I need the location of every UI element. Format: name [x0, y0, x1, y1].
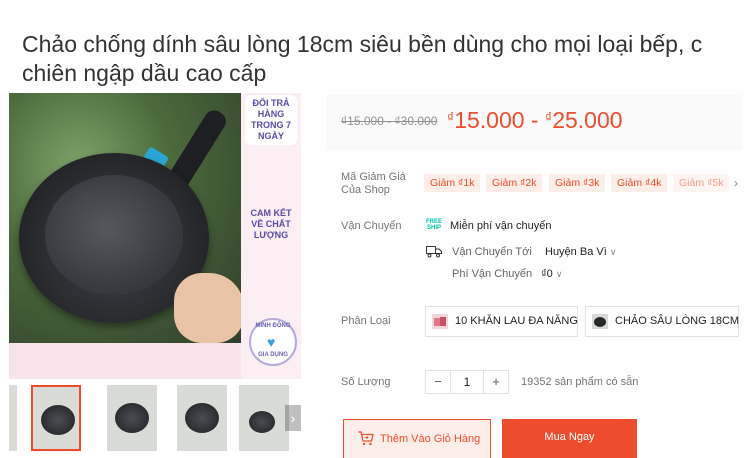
currency-symbol: ₫	[447, 109, 455, 125]
thumbnail-pan-shape	[115, 403, 149, 433]
shipping-label: Vận Chuyển	[341, 220, 402, 232]
shop-seal-logo: MINH ĐÔNG ♥ GIA DỤNG	[249, 318, 297, 366]
add-to-cart-button[interactable]: Thêm Vào Giỏ Hàng	[343, 419, 491, 458]
thumbnail-item-active[interactable]	[31, 385, 81, 451]
buy-now-button[interactable]: Mua Ngay	[502, 419, 637, 458]
sale-price-max: 25.000	[552, 107, 623, 133]
thumbnail-pan-shape	[41, 405, 75, 435]
shipping-fee-value: ₫0	[541, 268, 553, 280]
variant-option-label: CHẢO SÂU LÒNG 18CM	[615, 315, 740, 327]
pan-thumbnail-icon	[592, 314, 608, 329]
ship-to-selector[interactable]: Huyện Ba Vì ∨	[545, 245, 616, 259]
voucher-tag[interactable]: Giảm ₫1k	[424, 174, 481, 192]
variants-label: Phân Loại	[341, 315, 391, 327]
currency-symbol: ₫	[545, 109, 553, 125]
stock-count: 19352 sản phẩm có sẵn	[521, 376, 639, 388]
voucher-tag[interactable]: Giảm ₫4k	[611, 174, 668, 192]
thumbnail-item[interactable]	[107, 385, 157, 451]
voucher-tag[interactable]: Giảm ₫2k	[486, 174, 543, 192]
thumbnail-strip: ›	[9, 385, 301, 451]
variant-option-label: 10 KHĂN LAU ĐA NĂNG	[455, 315, 578, 327]
add-to-cart-label: Thêm Vào Giỏ Hàng	[380, 433, 481, 445]
thumbnail-pan-shape	[249, 411, 275, 433]
ship-to-label: Vận Chuyển Tới	[452, 246, 532, 258]
original-price-range: ₫15.000 - ₫30.000	[341, 114, 438, 128]
truck-icon	[426, 246, 442, 258]
quantity-input[interactable]: 1	[450, 371, 484, 393]
variant-option[interactable]: 10 KHĂN LAU ĐA NĂNG	[425, 306, 578, 337]
cart-icon	[358, 431, 374, 446]
price-section: ₫15.000 - ₫30.000 ₫15.000 - ₫25.000	[327, 95, 742, 150]
return-policy-badge: ĐỔI TRẢ HÀNG TRONG 7 NGÀY	[245, 95, 297, 145]
ship-to-value: Huyện Ba Vì	[545, 246, 607, 258]
sale-price-range: ₫15.000 - ₫25.000	[447, 107, 623, 134]
shipping-fee-label: Phí Vận Chuyển	[452, 268, 533, 280]
price-separator: -	[524, 107, 545, 133]
shop-seal-bottom-text: GIA DỤNG	[258, 352, 288, 358]
free-ship-icon: FREE SHIP	[426, 219, 443, 231]
towel-thumbnail-icon	[432, 314, 448, 329]
chevron-right-icon[interactable]: ›	[734, 174, 738, 192]
pan-inner-shape	[45, 175, 183, 295]
thumbnail-item[interactable]	[177, 385, 227, 451]
chevron-down-icon: ∨	[555, 269, 563, 279]
voucher-tag[interactable]: Giảm ₫3k	[549, 174, 606, 192]
quantity-stepper: − 1 +	[425, 370, 509, 394]
chevron-down-icon: ∨	[609, 247, 617, 257]
product-photo	[9, 93, 241, 343]
thumbnail-pan-shape	[185, 403, 219, 433]
thumbnail-item[interactable]	[9, 385, 17, 451]
voucher-tag[interactable]: Giảm ₫5k	[673, 174, 730, 192]
hand-shape	[174, 273, 241, 343]
free-shipping-text: Miễn phí vận chuyển	[450, 220, 552, 232]
sale-price-min: 15.000	[454, 107, 525, 133]
decrease-quantity-button[interactable]: −	[426, 371, 450, 393]
image-bottom-band	[9, 343, 241, 379]
variant-option[interactable]: CHẢO SÂU LÒNG 18CM	[585, 306, 739, 337]
product-title-line-2: chiên ngập dầu cao cấp	[22, 60, 267, 86]
product-title: Chảo chống dính sâu lòng 18cm siêu bền d…	[22, 30, 750, 88]
promo-strip: ĐỔI TRẢ HÀNG TRONG 7 NGÀY CAM KẾT VỀ CHẤ…	[241, 93, 301, 379]
shop-seal-top-text: MINH ĐÔNG	[255, 323, 291, 329]
thumbnail-next-button[interactable]: ›	[285, 405, 301, 431]
increase-quantity-button[interactable]: +	[484, 371, 508, 393]
heart-icon: ♥	[267, 334, 276, 350]
quantity-label: Số Lượng	[341, 376, 391, 388]
thumbnail-item[interactable]	[239, 385, 289, 451]
main-product-image[interactable]: ĐỔI TRẢ HÀNG TRONG 7 NGÀY CAM KẾT VỀ CHẤ…	[9, 93, 301, 379]
vouchers-label: Mã Giảm Giá Của Shop	[341, 171, 406, 196]
quality-commitment-badge: CAM KẾT VỀ CHẤT LƯỢNG	[250, 208, 292, 240]
shipping-fee-selector[interactable]: ₫0 ∨	[541, 267, 562, 281]
product-title-line-1: Chảo chống dính sâu lòng 18cm siêu bền d…	[22, 31, 703, 57]
